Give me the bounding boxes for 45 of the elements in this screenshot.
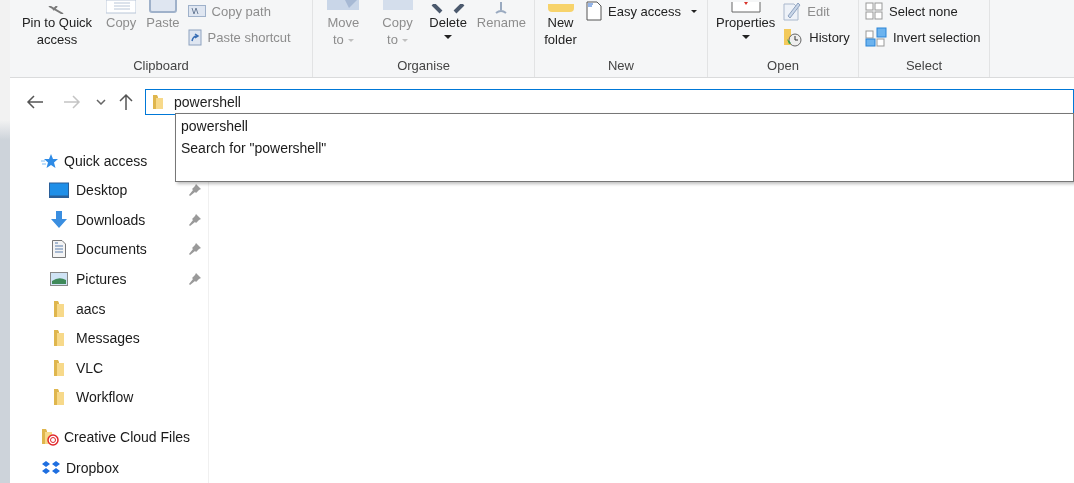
folder-icon: [547, 4, 574, 14]
nav-item[interactable]: Messages: [10, 323, 208, 353]
ribbon-button[interactable]: History: [781, 26, 856, 48]
nav-item[interactable]: Desktop: [10, 175, 208, 206]
nav-item[interactable]: aacs: [10, 293, 208, 324]
up-icon[interactable]: [119, 93, 133, 111]
rename-icon: [494, 2, 509, 14]
nav-item[interactable]: Workflow: [10, 382, 208, 412]
folder-icon: [152, 94, 164, 110]
dropbox-icon: [41, 460, 61, 477]
group-label: Open: [766, 58, 800, 75]
chevron-down-icon[interactable]: [96, 99, 106, 105]
monitor-icon: [49, 182, 69, 199]
group-label: Organise: [396, 58, 451, 75]
ribbon-button[interactable]: Pin to Quick access: [14, 0, 100, 48]
clipboard-icon: [149, 0, 177, 14]
ribbon-button[interactable]: Delete: [425, 0, 471, 39]
suggestion-item[interactable]: Search for "powershell": [176, 137, 1073, 159]
nav-item[interactable]: Documents: [10, 234, 208, 265]
group-label: New: [607, 58, 635, 75]
ribbon-button[interactable]: Select none: [863, 0, 987, 22]
group-label: Select: [904, 58, 944, 75]
nav-item[interactable]: Creative Cloud Files: [10, 421, 208, 452]
cloud-folder-icon: [41, 427, 59, 446]
group-label: Clipboard: [132, 58, 190, 75]
delete-icon: [431, 4, 466, 14]
nav-item[interactable]: Downloads: [10, 205, 208, 235]
ribbon-button[interactable]: Properties: [712, 0, 780, 39]
grid-icon: [865, 27, 887, 47]
ribbon-button[interactable]: New folder: [539, 0, 582, 48]
clipboard-icon: [187, 28, 202, 46]
back-icon[interactable]: [26, 95, 44, 109]
history-icon: [783, 27, 804, 47]
address-field[interactable]: powershell: [145, 89, 1074, 115]
ribbon-button[interactable]: Easy access: [584, 0, 703, 22]
down-arrow-icon: [49, 210, 69, 229]
nav-item[interactable]: Pictures: [10, 264, 208, 294]
ribbon-button[interactable]: Invert selection: [863, 26, 987, 48]
nav-item[interactable]: VLC: [10, 352, 208, 383]
document-icon: [49, 240, 69, 259]
star-icon: [41, 152, 59, 169]
suggestion-item[interactable]: powershell: [176, 115, 1073, 137]
picture-icon: [49, 271, 69, 286]
nav-item[interactable]: Dropbox: [10, 453, 208, 483]
path-icon: [187, 5, 206, 17]
